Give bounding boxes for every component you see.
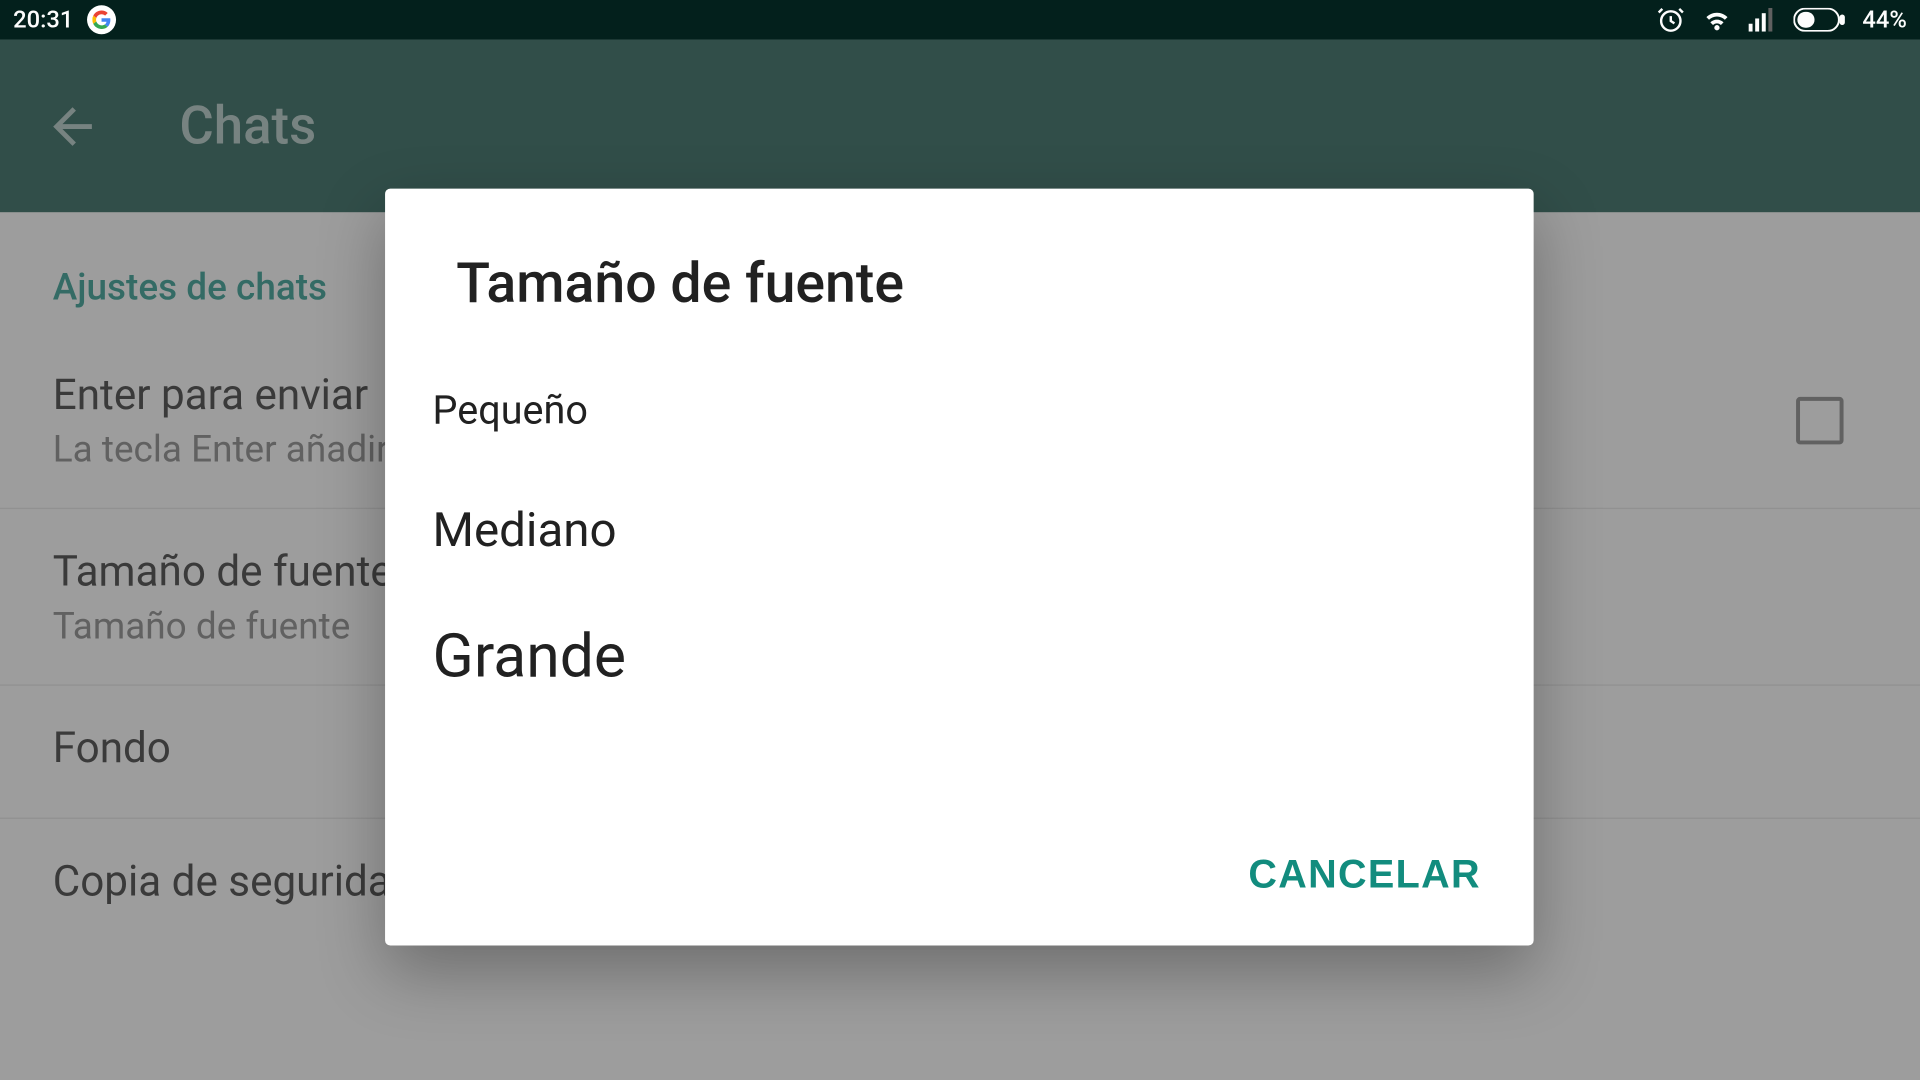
signal-icon	[1749, 8, 1778, 32]
status-left: 20:31	[13, 5, 115, 34]
battery-percent: 44%	[1862, 6, 1906, 34]
status-right: 44%	[1657, 5, 1907, 34]
status-clock: 20:31	[13, 6, 73, 34]
screen: 20:31	[0, 0, 1920, 1080]
font-size-dialog: Tamaño de fuente Pequeño Mediano Grande …	[385, 189, 1534, 946]
cancel-button[interactable]: CANCELAR	[1248, 853, 1481, 898]
option-small[interactable]: Pequeño	[433, 348, 1487, 468]
status-bar: 20:31	[0, 0, 1920, 40]
option-medium[interactable]: Mediano	[433, 468, 1487, 592]
google-badge-icon	[87, 5, 116, 34]
alarm-icon	[1657, 5, 1686, 34]
battery-icon	[1794, 8, 1847, 32]
dialog-title: Tamaño de fuente	[385, 189, 1534, 349]
option-large[interactable]: Grande	[433, 592, 1487, 727]
dialog-actions: CANCELAR	[385, 832, 1534, 945]
wifi-icon	[1701, 7, 1733, 33]
dialog-options: Pequeño Mediano Grande	[385, 348, 1534, 832]
